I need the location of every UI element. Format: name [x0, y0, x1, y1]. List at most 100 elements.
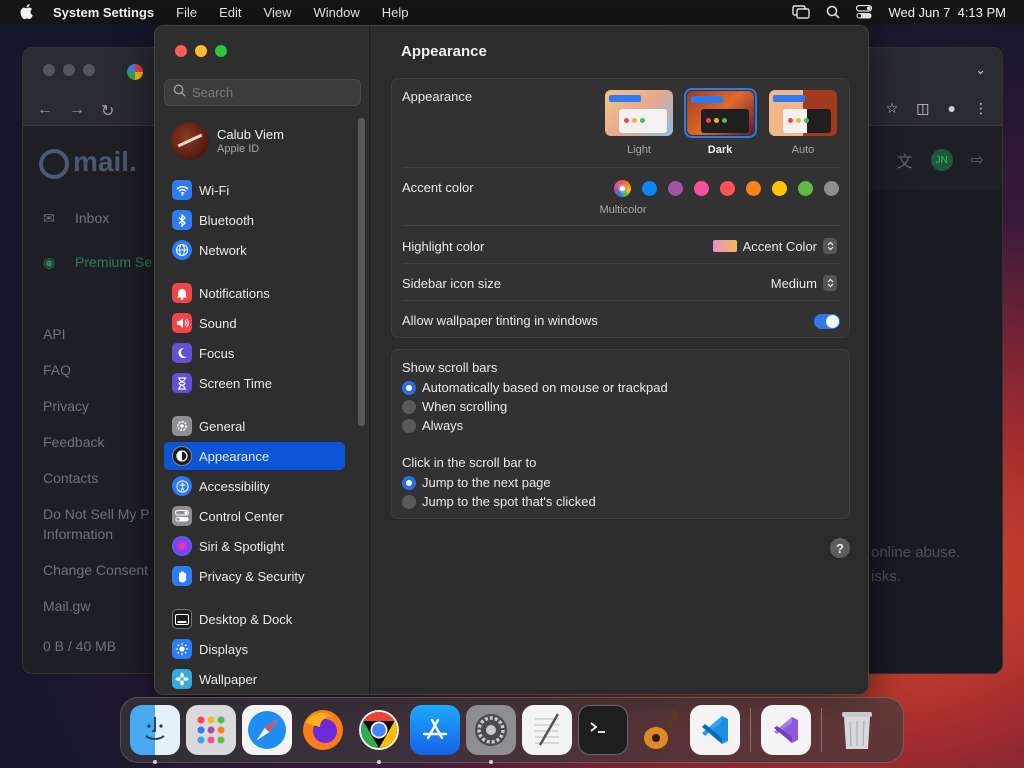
- sidebar-item-screen-time[interactable]: Screen Time: [164, 369, 345, 397]
- browser-minimize-button[interactable]: [63, 64, 75, 76]
- dock-visual-studio[interactable]: [761, 705, 811, 755]
- sidebar-item-general[interactable]: General: [164, 412, 345, 440]
- feedback-link[interactable]: Feedback: [43, 434, 104, 450]
- sidebar-item-bluetooth[interactable]: Bluetooth: [164, 206, 345, 234]
- faq-link[interactable]: FAQ: [43, 362, 71, 378]
- click-option-spot-clicked[interactable]: Jump to the spot that's clicked: [402, 494, 596, 509]
- accent-multicolor-swatch[interactable]: [614, 180, 631, 197]
- highlight-color-popup[interactable]: Accent Color: [712, 238, 837, 254]
- scroll-option-when-scrolling[interactable]: When scrolling: [402, 399, 507, 414]
- scroll-option-always[interactable]: Always: [402, 418, 463, 433]
- accent-color-swatch[interactable]: [824, 181, 839, 196]
- accent-color-swatch[interactable]: [746, 181, 761, 196]
- dock-garageband[interactable]: [634, 705, 684, 755]
- bookmark-star-icon[interactable]: ☆: [886, 100, 899, 117]
- forward-arrow-icon[interactable]: →: [69, 101, 85, 121]
- app-menu[interactable]: System Settings: [53, 5, 154, 20]
- menu-file[interactable]: File: [176, 5, 197, 20]
- sidebar-item-focus[interactable]: Focus: [164, 339, 345, 367]
- menu-view[interactable]: View: [264, 5, 292, 20]
- tab-list-chevron-icon[interactable]: ⌄: [975, 62, 986, 78]
- sidebar-scrollbar[interactable]: [358, 118, 365, 426]
- accent-color-swatch[interactable]: [772, 181, 787, 196]
- accent-color-swatch[interactable]: [694, 181, 709, 196]
- click-option-next-page[interactable]: Jump to the next page: [402, 475, 551, 490]
- sidebar-item-wallpaper[interactable]: Wallpaper: [164, 665, 345, 693]
- accent-color-swatch[interactable]: [798, 181, 813, 196]
- sidebar-item-control-center[interactable]: Control Center: [164, 502, 345, 530]
- scroll-option-automatic[interactable]: Automatically based on mouse or trackpad: [402, 380, 668, 395]
- dock-launchpad[interactable]: [186, 705, 236, 755]
- menu-help[interactable]: Help: [382, 5, 409, 20]
- dock-system-settings[interactable]: [466, 705, 516, 764]
- menu-edit[interactable]: Edit: [219, 5, 241, 20]
- dock-finder[interactable]: [130, 705, 180, 764]
- dock-firefox[interactable]: [298, 705, 348, 755]
- dock-terminal[interactable]: [578, 705, 628, 755]
- privacy-link[interactable]: Privacy: [43, 398, 89, 414]
- logout-icon[interactable]: ⇨: [971, 150, 984, 170]
- sidebar-item-desktop-dock[interactable]: Desktop & Dock: [164, 605, 345, 633]
- change-consent-link[interactable]: Change Consent: [43, 562, 148, 578]
- sidebar-item-label: Screen Time: [199, 375, 272, 391]
- appearance-light-option[interactable]: [605, 90, 673, 136]
- dock-vscode[interactable]: [690, 705, 740, 755]
- appearance-auto-option[interactable]: [769, 90, 837, 136]
- accent-color-swatch[interactable]: [668, 181, 683, 196]
- radio-button[interactable]: [402, 494, 416, 509]
- radio-button[interactable]: [402, 475, 416, 490]
- profile-icon[interactable]: ●: [948, 100, 956, 117]
- radio-button[interactable]: [402, 399, 416, 414]
- dock-safari[interactable]: [242, 705, 292, 755]
- sidebar-item-sound[interactable]: Sound: [164, 309, 345, 337]
- reload-icon[interactable]: ↻: [101, 101, 114, 121]
- sidebar-item-appearance[interactable]: Appearance: [164, 442, 345, 470]
- screen-mirroring-icon[interactable]: [792, 5, 811, 19]
- dock-app-store[interactable]: [410, 705, 460, 755]
- close-button[interactable]: [175, 45, 187, 57]
- browser-close-button[interactable]: [43, 64, 55, 76]
- dock-trash[interactable]: [832, 705, 882, 755]
- zoom-button[interactable]: [215, 45, 227, 57]
- sidebar-item-wifi[interactable]: Wi-Fi: [164, 176, 345, 204]
- translate-icon[interactable]: 文: [897, 148, 913, 172]
- inbox-link[interactable]: Inbox: [75, 210, 109, 226]
- sidebar-icon-size-popup[interactable]: Medium: [771, 275, 837, 291]
- apple-menu-icon[interactable]: [20, 4, 36, 20]
- dock-chrome[interactable]: [354, 705, 404, 764]
- do-not-sell-link[interactable]: Do Not Sell My P: [43, 506, 150, 522]
- control-center-icon[interactable]: [856, 5, 873, 19]
- radio-button[interactable]: [402, 380, 416, 395]
- sidebar-search[interactable]: [164, 79, 361, 106]
- accent-color-swatch[interactable]: [720, 181, 735, 196]
- browser-maximize-button[interactable]: [83, 64, 95, 76]
- contacts-link[interactable]: Contacts: [43, 470, 98, 486]
- minimize-button[interactable]: [195, 45, 207, 57]
- premium-link[interactable]: Premium Se: [75, 254, 152, 270]
- spotlight-search-icon[interactable]: [826, 5, 841, 19]
- sidebar-item-siri-spotlight[interactable]: Siri & Spotlight: [164, 532, 345, 560]
- radio-button[interactable]: [402, 418, 416, 433]
- appearance-dark-option[interactable]: [687, 91, 754, 135]
- sidebar-item-displays[interactable]: Displays: [164, 635, 345, 663]
- highlight-swatch: [712, 240, 737, 252]
- do-not-sell-link-line2[interactable]: Information: [43, 526, 113, 542]
- sidebar-item-accessibility[interactable]: Accessibility: [164, 472, 345, 500]
- dock-textedit[interactable]: [522, 705, 572, 755]
- sidebar-item-network[interactable]: Network: [164, 236, 345, 264]
- user-avatar[interactable]: JN: [930, 149, 953, 171]
- search-input[interactable]: [192, 85, 352, 100]
- accent-color-swatch[interactable]: [642, 181, 657, 196]
- side-panel-icon[interactable]: ◫: [916, 100, 929, 117]
- back-arrow-icon[interactable]: ←: [37, 101, 53, 121]
- help-button[interactable]: ?: [830, 538, 850, 558]
- apple-id-account[interactable]: Calub Viem Apple ID: [171, 122, 284, 160]
- wallpaper-tinting-toggle[interactable]: [814, 314, 840, 329]
- browser-menu-icon[interactable]: ⋮: [974, 100, 988, 117]
- sidebar-item-notifications[interactable]: Notifications: [164, 279, 345, 307]
- menu-window[interactable]: Window: [313, 5, 359, 20]
- sidebar-item-privacy-security[interactable]: Privacy & Security: [164, 562, 345, 590]
- mail-gw-link[interactable]: Mail.gw: [43, 598, 90, 614]
- api-link[interactable]: API: [43, 326, 66, 342]
- menu-clock[interactable]: Wed Jun 7 4:13 PM: [888, 5, 1006, 20]
